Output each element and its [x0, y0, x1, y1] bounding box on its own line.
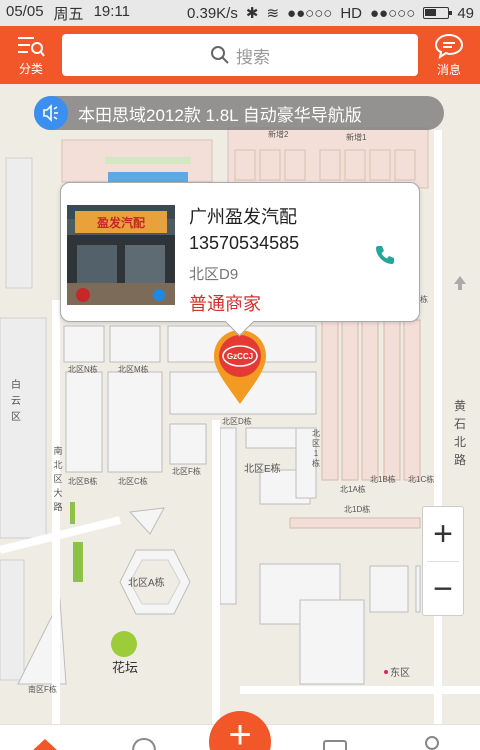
search-icon — [211, 46, 229, 64]
map-label-north-n: 北区N栋 — [68, 364, 98, 374]
home-icon[interactable] — [30, 737, 60, 750]
map-label-baiyun-area: 白云区 — [11, 378, 21, 423]
chat-bubble-icon — [434, 33, 464, 59]
map-label-north-1c: 北1C栋 — [408, 474, 434, 484]
battery-level: 49 — [457, 4, 474, 22]
shop-location: 北区D9 — [189, 266, 239, 283]
discover-icon[interactable] — [130, 737, 158, 750]
phone-call-icon[interactable] — [373, 243, 397, 272]
map-view[interactable]: 新增2 新增1 北区N栋 北区M栋 北区D栋 北区F栋 北区B栋 北区C栋 北1… — [0, 84, 480, 724]
map-label-flower-bed: 花坛 — [112, 660, 138, 675]
map-label-north-b: 北区B栋 — [68, 476, 97, 486]
category-button[interactable]: 分类 — [0, 26, 62, 84]
message-button[interactable]: 消息 — [418, 26, 480, 84]
zoom-controls: + − — [422, 506, 464, 616]
search-placeholder: 搜索 — [236, 47, 270, 67]
zoom-in-button[interactable]: + — [423, 507, 463, 561]
map-label-north-f: 北区F栋 — [172, 466, 201, 476]
status-date: 05/05 — [6, 2, 44, 20]
map-label-east-zone: 东区 — [390, 666, 410, 679]
map-label-xinzeng2: 新增2 — [268, 129, 289, 139]
map-canvas: 新增2 新增1 北区N栋 北区M栋 北区D栋 北区F栋 北区B栋 北区C栋 北1… — [0, 84, 480, 724]
map-label-north-1b: 北1B栋 — [370, 474, 396, 484]
marker-logo: GzCCJ — [227, 352, 253, 361]
speaker-icon — [34, 96, 68, 130]
message-label: 消息 — [436, 62, 461, 77]
signal-icon: ●●○○○ — [287, 4, 333, 22]
signal-icon-2: ●●○○○ — [370, 4, 416, 22]
map-label-north-c: 北区C栋 — [118, 476, 148, 486]
map-label-south-f: 南区F栋 — [28, 684, 57, 694]
profile-icon[interactable] — [420, 735, 444, 750]
map-label-north-m: 北区M栋 — [118, 364, 149, 374]
map-label-north-e: 北区E栋 — [244, 462, 281, 475]
merchant-type: 普通商家 — [189, 294, 261, 314]
shop-phone: 13570534585 — [189, 233, 300, 253]
bottom-navigation: + — [0, 711, 480, 750]
zoom-out-button[interactable]: − — [423, 562, 463, 616]
network-type: HD — [340, 4, 362, 22]
status-weekday: 周五 — [53, 5, 84, 23]
map-label-north-1a: 北1A栋 — [340, 484, 366, 494]
map-label-xinzeng1: 新增1 — [346, 132, 367, 142]
bluetooth-icon: ✱ — [245, 5, 259, 22]
status-time: 19:11 — [93, 2, 130, 20]
map-label-qi: 栋 — [420, 294, 428, 304]
battery-icon — [423, 7, 453, 19]
announcement-bar[interactable]: 本田思域2012款 1.8L 自动豪华导航版 — [34, 96, 444, 130]
search-input[interactable]: 搜索 — [62, 34, 418, 76]
shop-info-card[interactable]: 盈发汽配 广州盈发汽配 13570534585 北区D9 普通商家 — [60, 182, 420, 322]
wifi-icon: ≋ — [266, 5, 280, 22]
map-label-north-1d: 北1D栋 — [344, 504, 370, 514]
category-menu-icon — [18, 36, 45, 57]
shop-name: 广州盈发汽配 — [189, 207, 297, 227]
announcement-text: 本田思域2012款 1.8L 自动豪华导航版 — [78, 105, 362, 125]
map-label-south-north-road: 南北区大路 — [53, 445, 62, 512]
map-label-north-d: 北区D栋 — [222, 416, 252, 426]
shop-sign: 盈发汽配 — [96, 215, 145, 230]
cards-icon[interactable] — [320, 737, 350, 750]
category-label: 分类 — [18, 61, 43, 76]
network-speed: 0.39K/s — [186, 4, 238, 22]
app-header: 分类 搜索 消息 — [0, 26, 480, 84]
map-label-north-a: 北区A栋 — [128, 576, 165, 589]
shop-photo: 盈发汽配 — [67, 205, 175, 305]
status-bar: 05/05 周五 19:11 0.39K/s ✱ ≋ ●●○○○ HD ●●○○… — [0, 0, 480, 26]
